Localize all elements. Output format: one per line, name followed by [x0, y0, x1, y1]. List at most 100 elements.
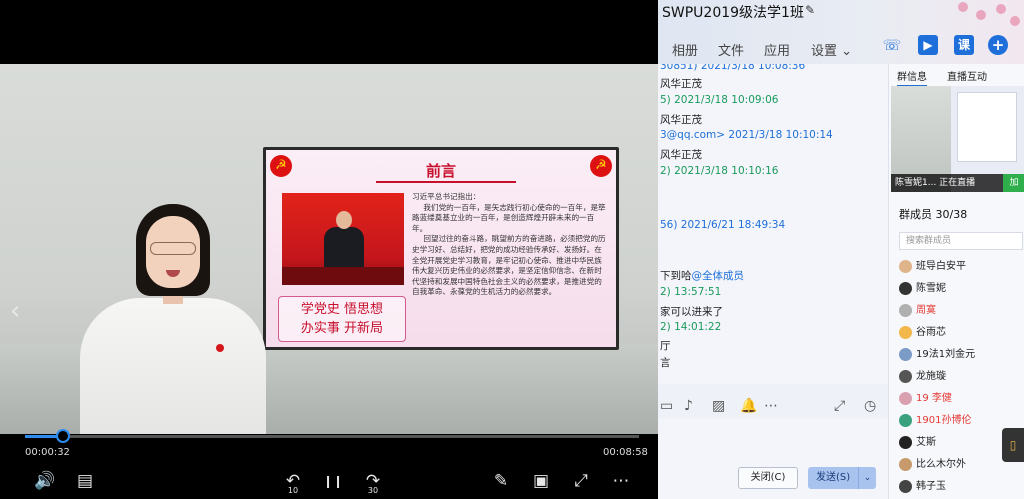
- voice-call-icon[interactable]: ☏: [882, 35, 902, 55]
- tab-settings[interactable]: 设置 ⌄: [811, 40, 852, 59]
- message-meta: 5) 2021/3/18 10:09:06: [660, 94, 779, 106]
- member-name: 1901孙博伦: [916, 415, 972, 426]
- image-icon[interactable]: ▨: [712, 393, 725, 419]
- members-count: 群成员 30/38: [899, 208, 968, 221]
- video-frame[interactable]: ‹ ☭ ☭ 前言 学党史 悟思想 办实事 开新局 习近平总书记指出： 我们党的一…: [0, 64, 658, 434]
- avatar: [899, 325, 912, 339]
- message-meta: 2) 14:01:22: [660, 321, 722, 333]
- member-item[interactable]: 艾斯: [899, 433, 936, 453]
- message-meta: 56) 2021/6/21 18:49:34: [660, 219, 786, 231]
- member-item[interactable]: 班导白安平: [899, 257, 966, 277]
- folder-icon[interactable]: ▭: [660, 393, 673, 419]
- chat-header: SWPU2019级法学1班 ✎ 相册 文件 应用 设置 ⌄ ☏ ▶ 课 +: [658, 0, 1024, 64]
- avatar: [899, 347, 912, 361]
- message-text: 家可以进来了: [660, 306, 723, 318]
- live-preview[interactable]: 陈雪妮1... 正在直播 加: [891, 86, 1024, 192]
- send-button[interactable]: 发送(S) ⌄: [808, 467, 876, 489]
- avatar: [899, 369, 912, 383]
- close-button[interactable]: 关闭(C): [738, 467, 798, 489]
- member-name: 周寞: [916, 305, 936, 316]
- member-name: 比么木尔外: [916, 459, 966, 470]
- rewind-10-button[interactable]: ↶ 10: [282, 470, 304, 495]
- more-icon[interactable]: ⋯: [610, 470, 632, 492]
- member-item[interactable]: 周寞: [899, 301, 936, 321]
- join-live-button[interactable]: 加: [1003, 174, 1024, 192]
- slide-title: 前言: [425, 162, 456, 180]
- expand-icon[interactable]: ⤢: [834, 393, 845, 419]
- duration-time: 00:08:58: [603, 447, 648, 458]
- pen-icon[interactable]: ✎: [490, 470, 512, 492]
- tab-group-info[interactable]: 群信息: [897, 68, 927, 87]
- subtitle-icon[interactable]: ▤: [74, 470, 96, 492]
- message-meta: 2) 2021/3/18 10:10:16: [660, 165, 779, 177]
- member-item[interactable]: 陈雪妮: [899, 279, 946, 299]
- avatar: [899, 391, 912, 405]
- tab-files[interactable]: 文件: [718, 40, 744, 59]
- mention-all[interactable]: @全体成员: [692, 270, 745, 282]
- slide-text: 习近平总书记指出： 我们党的一百年，是矢志践行初心使命的一百年，是筚路蓝缕奠基立…: [412, 192, 606, 297]
- group-title: SWPU2019级法学1班: [662, 5, 804, 21]
- desktop: ‹ ☭ ☭ 前言 学党史 悟思想 办实事 开新局 习近平总书记指出： 我们党的一…: [0, 0, 1024, 499]
- avatar: [899, 413, 912, 427]
- member-item[interactable]: 19 李健: [899, 389, 952, 409]
- member-search-input[interactable]: 搜索群成员: [899, 232, 1023, 250]
- add-icon[interactable]: +: [988, 35, 1008, 55]
- member-item[interactable]: 19法1刘金元: [899, 345, 975, 365]
- message-text: 风华正茂: [660, 78, 702, 90]
- forward-30-button[interactable]: ↷ 30: [362, 470, 384, 495]
- video-player: ‹ ☭ ☭ 前言 学党史 悟思想 办实事 开新局 习近平总书记指出： 我们党的一…: [0, 0, 658, 499]
- more-tools-icon[interactable]: ⋯: [764, 393, 778, 419]
- presenter: [70, 204, 270, 434]
- progress-bar[interactable]: [25, 429, 639, 443]
- volume-icon[interactable]: 🔊: [34, 470, 56, 492]
- fullscreen-icon[interactable]: ⤢: [570, 470, 592, 492]
- member-name: 韩子玉: [916, 481, 946, 492]
- avatar: [899, 281, 912, 295]
- video-call-icon[interactable]: ▶: [918, 35, 938, 55]
- message-text: 下到哈@全体成员: [660, 270, 745, 282]
- member-name: 艾斯: [916, 437, 936, 448]
- tv-screen: ☭ ☭ 前言 学党史 悟思想 办实事 开新局 习近平总书记指出： 我们党的一百年…: [263, 147, 619, 350]
- avatar: [899, 479, 912, 493]
- history-clock-icon[interactable]: ◷: [864, 393, 876, 419]
- avatar: [899, 457, 912, 471]
- member-item[interactable]: 比么木尔外: [899, 455, 966, 475]
- member-name: 19 李健: [916, 393, 952, 404]
- member-item[interactable]: 1901孙博伦: [899, 411, 971, 431]
- group-chat-window: SWPU2019级法学1班 ✎ 相册 文件 应用 设置 ⌄ ☏ ▶ 课 + 30…: [658, 0, 1024, 499]
- input-toolbar: ▭ ♪ ▨ 🔔 ⋯ ⤢ ◷: [658, 393, 888, 419]
- member-item[interactable]: 谷雨芯: [899, 323, 946, 343]
- member-item[interactable]: 韩子玉: [899, 477, 946, 497]
- class-icon[interactable]: 课: [954, 35, 974, 55]
- message-input[interactable]: 关闭(C) 发送(S) ⌄: [658, 419, 888, 499]
- bell-icon[interactable]: 🔔: [740, 393, 757, 419]
- pip-icon[interactable]: ▣: [530, 470, 552, 492]
- tab-album[interactable]: 相册: [672, 40, 698, 59]
- current-time: 00:00:32: [25, 447, 70, 458]
- message-meta: 3@qq.com> 2021/3/18 10:10:14: [660, 129, 833, 141]
- music-icon[interactable]: ♪: [684, 393, 693, 419]
- member-name: 陈雪妮: [916, 283, 946, 294]
- edit-title-icon[interactable]: ✎: [805, 3, 815, 17]
- member-name: 班导白安平: [916, 261, 966, 272]
- message-list: 30851) 2021/3/18 10:08:36 风华正茂 5) 2021/3…: [658, 64, 888, 384]
- member-item[interactable]: 龙施璇: [899, 367, 946, 387]
- member-name: 谷雨芯: [916, 327, 946, 338]
- message-text: 言: [660, 357, 671, 369]
- previous-arrow-icon[interactable]: ‹: [10, 296, 20, 326]
- member-name: 19法1刘金元: [916, 349, 976, 360]
- tab-apps[interactable]: 应用: [764, 40, 790, 59]
- message-text: 厅: [660, 340, 671, 352]
- message-meta: 2) 13:57:51: [660, 286, 722, 298]
- member-name: 龙施璇: [916, 371, 946, 382]
- progress-handle[interactable]: [56, 429, 71, 443]
- pause-icon[interactable]: ❙❙: [322, 470, 344, 492]
- message-text: 风华正茂: [660, 114, 702, 126]
- tab-live-interaction[interactable]: 直播互动: [947, 68, 987, 83]
- slide-photo: [282, 193, 404, 285]
- send-options-icon[interactable]: ⌄: [858, 467, 876, 489]
- floating-side-button[interactable]: ▯: [1002, 428, 1024, 462]
- avatar: [899, 303, 912, 317]
- message-meta: 30851) 2021/3/18 10:08:36: [660, 64, 806, 72]
- message-text: 风华正茂: [660, 149, 702, 161]
